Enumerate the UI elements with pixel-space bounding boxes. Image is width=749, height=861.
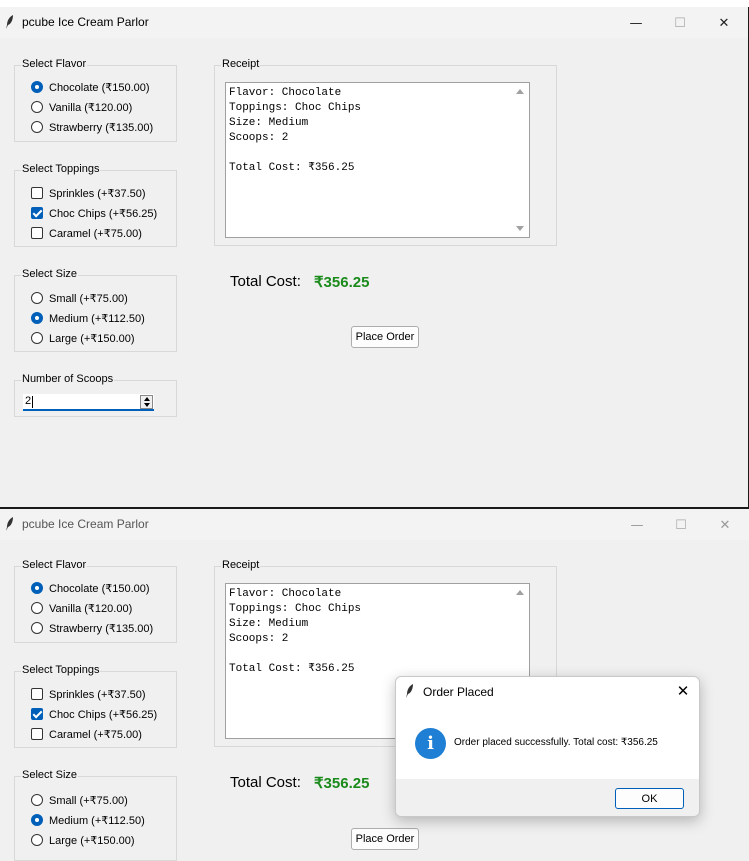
flavor-option-chocolate[interactable]: Chocolate (₹150.00): [31, 79, 150, 95]
size-option-large[interactable]: Large (+₹150.00): [31, 832, 135, 848]
total-cost-label: Total Cost:: [230, 774, 301, 791]
radio[interactable]: [31, 794, 43, 806]
radio-selected[interactable]: [31, 81, 43, 93]
scroll-down-icon[interactable]: [516, 226, 524, 231]
checkbox-checked[interactable]: [31, 207, 43, 219]
checkbox[interactable]: [31, 187, 43, 199]
size-group-label: Select Size: [21, 268, 79, 280]
radio-selected[interactable]: [31, 312, 43, 324]
minimize-button[interactable]: —: [614, 11, 658, 35]
toppings-group: Select Toppings Sprinkles (+₹37.50) Choc…: [14, 664, 177, 748]
radio-selected[interactable]: [31, 814, 43, 826]
maximize-button[interactable]: ☐: [658, 11, 702, 35]
radio[interactable]: [31, 622, 43, 634]
radio[interactable]: [31, 834, 43, 846]
spin-down-icon[interactable]: [144, 403, 150, 407]
topping-option-caramel[interactable]: Caramel (+₹75.00): [31, 225, 142, 241]
checkbox[interactable]: [31, 728, 43, 740]
receipt-text: Flavor: Chocolate Toppings: Choc Chips S…: [229, 588, 362, 675]
scoops-spinbox[interactable]: 2: [23, 394, 154, 411]
checkbox-checked[interactable]: [31, 708, 43, 720]
dialog-body: i Order placed successfully. Total cost:…: [396, 705, 699, 779]
order-placed-dialog: Order Placed ✕ i Order placed successful…: [395, 676, 700, 817]
window-title: pcube Ice Cream Parlor: [22, 15, 149, 29]
size-option-small[interactable]: Small (+₹75.00): [31, 792, 128, 808]
feather-icon: [6, 517, 13, 531]
receipt-scrollbar[interactable]: [512, 83, 529, 237]
close-button[interactable]: ✕: [703, 513, 747, 537]
size-option-medium[interactable]: Medium (+₹112.50): [31, 310, 145, 326]
receipt-group-label: Receipt: [221, 559, 261, 571]
dialog-title: Order Placed: [423, 685, 494, 699]
radio[interactable]: [31, 121, 43, 133]
flavor-group: Select Flavor Chocolate (₹150.00) Vanill…: [14, 58, 177, 142]
size-option-small[interactable]: Small (+₹75.00): [31, 290, 128, 306]
maximize-button[interactable]: ☐: [659, 513, 703, 537]
scroll-up-icon[interactable]: [516, 89, 524, 94]
total-cost-value: ₹356.25: [314, 274, 370, 291]
topping-option-sprinkles[interactable]: Sprinkles (+₹37.50): [31, 185, 146, 201]
topping-option-sprinkles[interactable]: Sprinkles (+₹37.50): [31, 686, 146, 702]
feather-icon: [406, 684, 413, 698]
flavor-option-vanilla[interactable]: Vanilla (₹120.00): [31, 600, 132, 616]
text-caret: [32, 396, 33, 408]
checkbox[interactable]: [31, 227, 43, 239]
scoops-group: Number of Scoops 2: [14, 373, 177, 417]
topping-option-caramel[interactable]: Caramel (+₹75.00): [31, 726, 142, 742]
receipt-group-label: Receipt: [221, 58, 261, 70]
flavor-option-strawberry[interactable]: Strawberry (₹135.00): [31, 620, 153, 636]
radio[interactable]: [31, 292, 43, 304]
scroll-up-icon[interactable]: [516, 590, 524, 595]
flavor-option-chocolate[interactable]: Chocolate (₹150.00): [31, 580, 150, 596]
flavor-option-vanilla[interactable]: Vanilla (₹120.00): [31, 99, 132, 115]
flavor-option-strawberry[interactable]: Strawberry (₹135.00): [31, 119, 153, 135]
main-window: pcube Ice Cream Parlor — ☐ ✕ Select Flav…: [0, 7, 749, 509]
receipt-textbox[interactable]: Flavor: Chocolate Toppings: Choc Chips S…: [225, 82, 530, 238]
spin-up-icon[interactable]: [144, 397, 150, 401]
flavor-group-label: Select Flavor: [21, 58, 88, 70]
size-group: Select Size Small (+₹75.00) Medium (+₹11…: [14, 268, 177, 352]
minimize-button[interactable]: —: [615, 513, 659, 537]
total-cost-value: ₹356.25: [314, 775, 370, 792]
scoops-value: 2: [25, 395, 32, 407]
scoops-group-label: Number of Scoops: [21, 373, 115, 385]
title-bar: pcube Ice Cream Parlor — ☐ ✕: [0, 509, 749, 540]
topping-option-choc-chips[interactable]: Choc Chips (+₹56.25): [31, 205, 157, 221]
place-order-button[interactable]: Place Order: [351, 828, 419, 850]
close-button[interactable]: ✕: [702, 11, 746, 35]
feather-icon: [6, 15, 13, 29]
flavor-group-label: Select Flavor: [21, 559, 88, 571]
toppings-group-label: Select Toppings: [21, 163, 101, 175]
checkbox[interactable]: [31, 688, 43, 700]
window-title: pcube Ice Cream Parlor: [22, 517, 149, 531]
size-group: Select Size Small (+₹75.00) Medium (+₹11…: [14, 769, 177, 861]
size-group-label: Select Size: [21, 769, 79, 781]
place-order-button[interactable]: Place Order: [351, 326, 419, 348]
radio[interactable]: [31, 332, 43, 344]
title-bar: pcube Ice Cream Parlor — ☐ ✕: [0, 7, 748, 38]
receipt-group: Receipt Flavor: Chocolate Toppings: Choc…: [214, 58, 557, 246]
radio[interactable]: [31, 602, 43, 614]
topping-option-choc-chips[interactable]: Choc Chips (+₹56.25): [31, 706, 157, 722]
spinbox-arrows[interactable]: [140, 395, 153, 409]
info-icon: i: [415, 728, 446, 759]
flavor-group: Select Flavor Chocolate (₹150.00) Vanill…: [14, 559, 177, 643]
dialog-message: Order placed successfully. Total cost: ₹…: [454, 737, 658, 748]
size-option-medium[interactable]: Medium (+₹112.50): [31, 812, 145, 828]
ok-button[interactable]: OK: [615, 788, 684, 809]
toppings-group-label: Select Toppings: [21, 664, 101, 676]
toppings-group: Select Toppings Sprinkles (+₹37.50) Choc…: [14, 163, 177, 247]
dialog-close-button[interactable]: ✕: [673, 681, 693, 701]
radio[interactable]: [31, 101, 43, 113]
size-option-large[interactable]: Large (+₹150.00): [31, 330, 135, 346]
radio-selected[interactable]: [31, 582, 43, 594]
dialog-footer: OK: [396, 779, 699, 816]
total-cost-label: Total Cost:: [230, 273, 301, 290]
receipt-text: Flavor: Chocolate Toppings: Choc Chips S…: [229, 87, 362, 174]
